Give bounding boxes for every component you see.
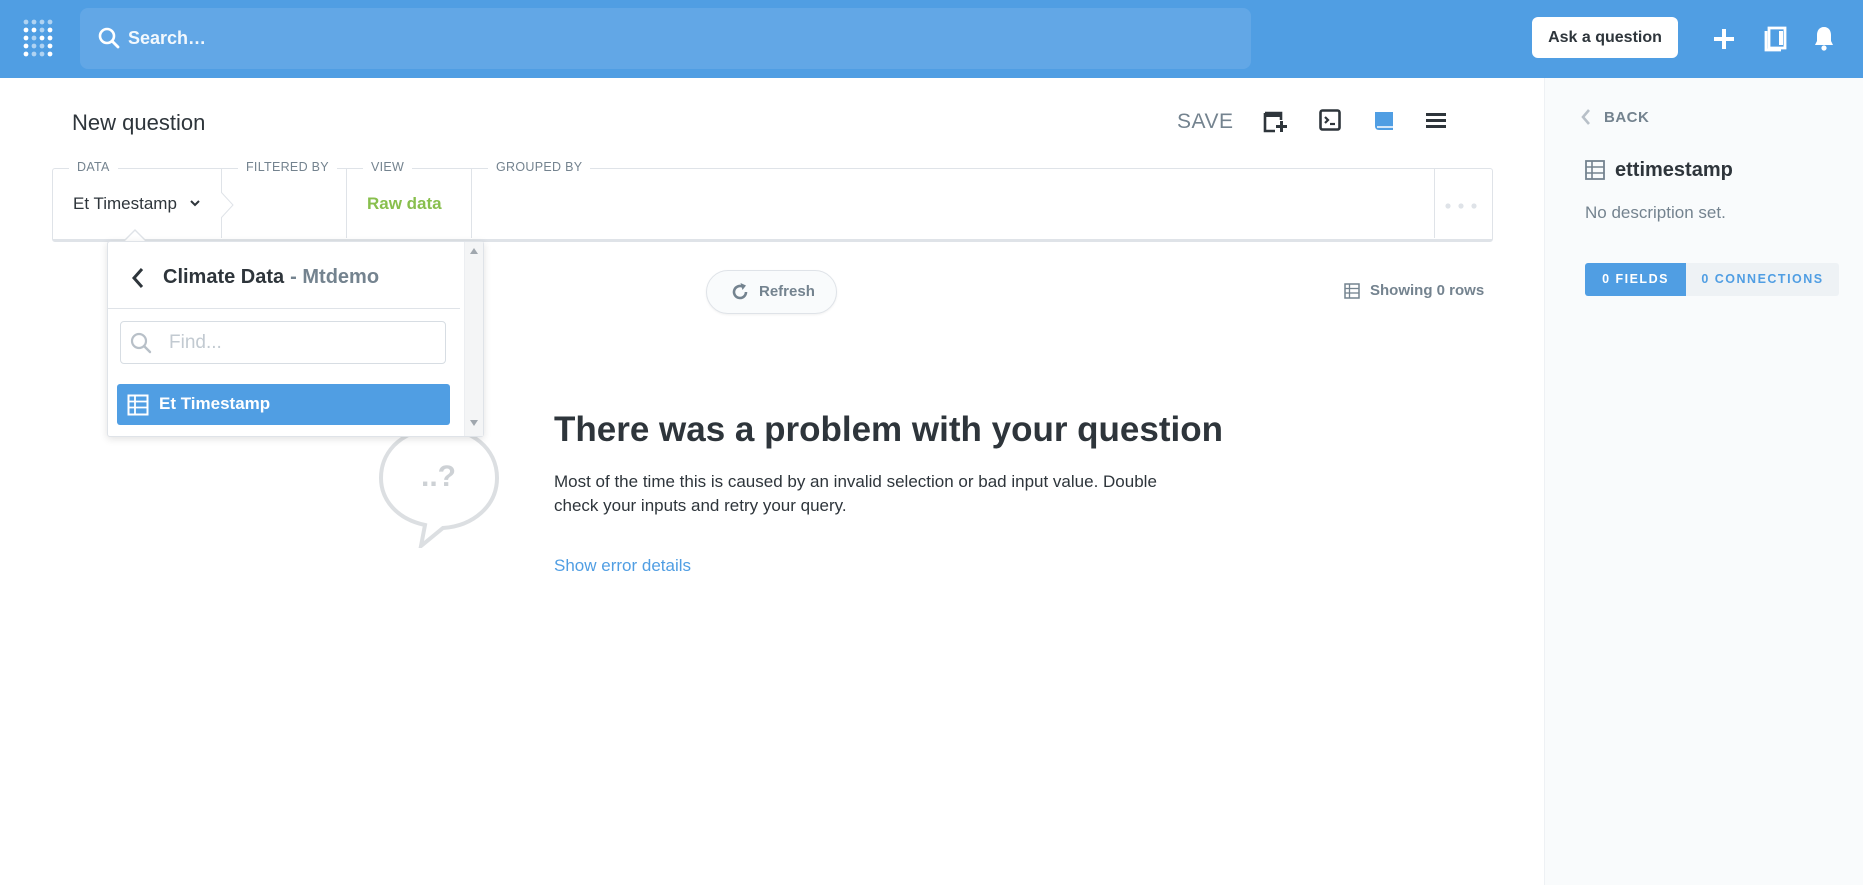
error-message: Most of the time this is caused by an in… [554, 472, 1157, 515]
add-to-dashboard-icon[interactable] [1263, 109, 1287, 133]
refresh-button[interactable]: Refresh [706, 270, 837, 314]
reference-sidebar: BACK ettimestamp No description set. 0 F… [1544, 78, 1863, 885]
query-builder [52, 168, 1493, 242]
more-options-icon[interactable] [1444, 199, 1478, 213]
data-section-label: DATA [69, 160, 118, 174]
reference-book-icon[interactable] [1373, 109, 1395, 133]
view-selector[interactable]: Raw data [367, 194, 442, 214]
view-section-label: VIEW [363, 160, 413, 174]
search-icon [98, 27, 120, 49]
scroll-up-arrow-icon[interactable] [470, 248, 478, 254]
error-bubble-glyph: ..? [421, 460, 456, 493]
add-plus-icon[interactable] [1713, 24, 1735, 52]
search-icon [130, 332, 152, 354]
filtered-by-section-label: FILTERED BY [238, 160, 337, 174]
row-count-label: Showing 0 rows [1370, 282, 1485, 299]
data-picker-popover: Climate Data- Mtdemo Et Timestamp [107, 241, 484, 437]
database-name: - Mtdemo [290, 266, 380, 288]
tab-fields[interactable]: 0 FIELDS [1585, 263, 1686, 296]
arrow-divider-icon [221, 191, 234, 219]
sql-editor-icon[interactable] [1319, 109, 1341, 131]
popover-divider [108, 308, 460, 309]
chevron-down-icon[interactable] [189, 198, 201, 208]
section-divider [1434, 168, 1435, 238]
page-title: New question [72, 110, 206, 135]
global-search-bar[interactable]: Search… [80, 8, 1251, 69]
popover-schema-title[interactable]: Climate Data - Mtdemo [163, 266, 379, 289]
data-source-selector[interactable]: Et Timestamp [73, 194, 177, 214]
popover-scrollbar[interactable] [464, 242, 483, 436]
error-speech-bubble-icon: ..? [373, 422, 505, 553]
notification-bell-icon[interactable] [1813, 24, 1835, 52]
tab-connections[interactable]: 0 CONNECTIONS [1686, 263, 1839, 296]
error-title: There was a problem with your question [554, 410, 1223, 449]
show-error-details-link[interactable]: Show error details [554, 556, 691, 576]
sidebar-back-label: BACK [1604, 109, 1650, 126]
ask-a-question-button[interactable]: Ask a question [1532, 17, 1678, 58]
chevron-left-icon [1581, 109, 1590, 125]
menu-hamburger-icon[interactable] [1425, 109, 1447, 131]
table-grid-icon [127, 394, 149, 416]
schema-name: Climate Data [163, 266, 285, 288]
sidebar-table-name: ettimestamp [1615, 159, 1733, 181]
chevron-left-icon[interactable] [131, 267, 145, 289]
table-search-input[interactable] [120, 321, 446, 364]
scroll-down-arrow-icon[interactable] [470, 420, 478, 426]
refresh-label: Refresh [759, 283, 815, 300]
search-placeholder: Search… [128, 28, 207, 48]
sidebar-table-description: No description set. [1585, 203, 1726, 222]
table-grid-icon [1585, 160, 1605, 180]
collection-book-icon[interactable] [1764, 24, 1788, 52]
refresh-icon [732, 283, 748, 300]
table-list-item-label: Et Timestamp [159, 394, 271, 413]
section-divider [471, 168, 472, 238]
table-list-item[interactable]: Et Timestamp [117, 384, 450, 425]
table-grid-icon [1344, 283, 1360, 299]
grouped-by-section-label: GROUPED BY [488, 160, 591, 174]
section-divider [346, 168, 347, 238]
save-button[interactable]: SAVE [1177, 110, 1233, 134]
metabase-logo-icon[interactable] [22, 18, 56, 58]
top-navigation-bar: Search… Ask a question [0, 0, 1863, 78]
